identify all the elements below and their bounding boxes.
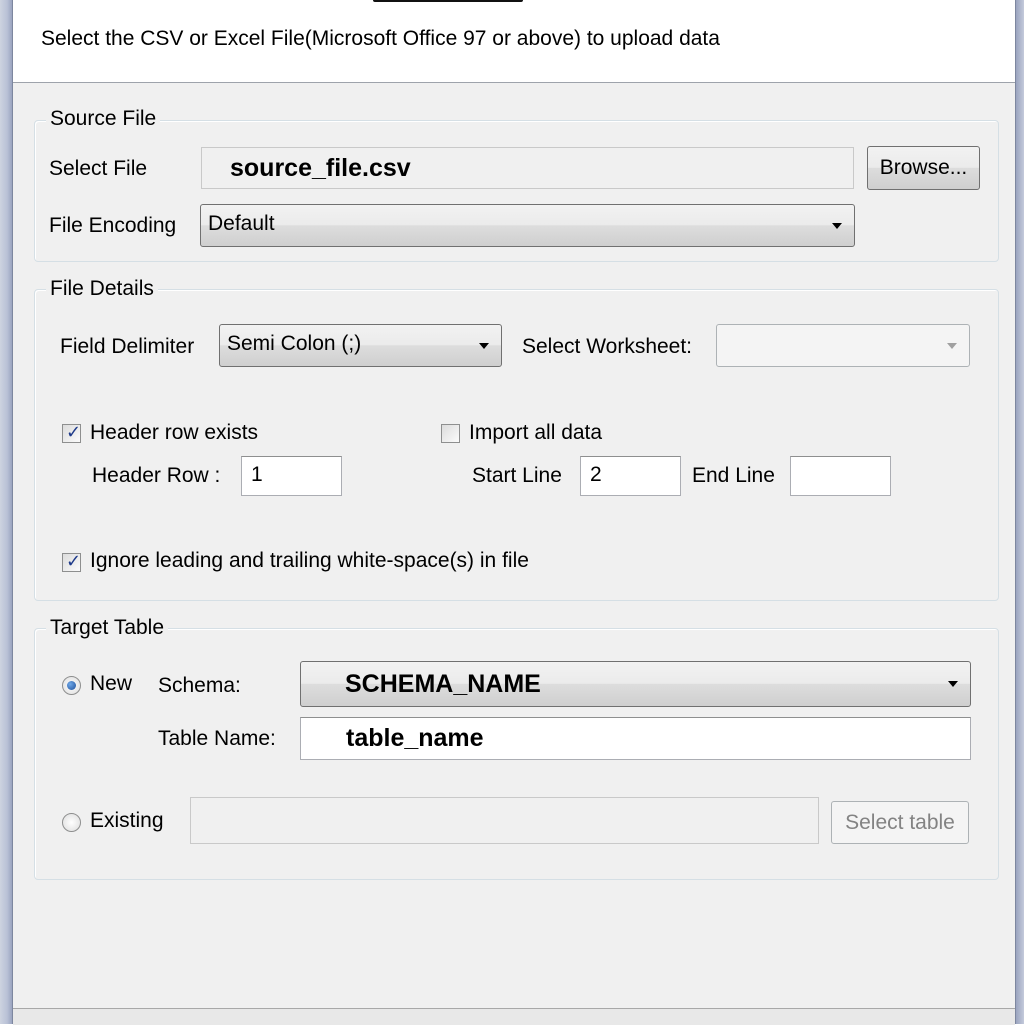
- file-encoding-label: File Encoding: [49, 214, 177, 237]
- schema-dropdown[interactable]: SCHEMA_NAME: [300, 661, 971, 707]
- import-all-data-checkbox[interactable]: [441, 424, 460, 443]
- header-row-value: 1: [251, 463, 263, 486]
- checkmark-icon: ✓: [66, 551, 82, 572]
- select-worksheet-dropdown[interactable]: [716, 324, 970, 367]
- dropdown-arrow-icon: [832, 222, 842, 229]
- start-line-input[interactable]: 2: [580, 456, 681, 496]
- ignore-whitespace-label: Ignore leading and trailing white-space(…: [90, 549, 529, 572]
- header-row-exists-label: Header row exists: [90, 421, 259, 444]
- end-line-input[interactable]: [790, 456, 891, 496]
- header-row-label: Header Row :: [92, 464, 221, 487]
- new-table-radio[interactable]: [62, 676, 81, 695]
- window-left-border: [0, 0, 13, 1024]
- select-file-field[interactable]: source_file.csv: [201, 147, 854, 189]
- target-table-legend: Target Table: [46, 616, 169, 640]
- header-row-input[interactable]: 1: [241, 456, 342, 496]
- dropdown-arrow-icon: [479, 342, 489, 349]
- schema-label: Schema:: [158, 674, 241, 697]
- dialog-header: Select the CSV or Excel File(Microsoft O…: [13, 0, 1015, 83]
- table-name-value: table_name: [346, 724, 484, 752]
- dropdown-arrow-icon: [947, 342, 957, 349]
- select-file-label: Select File: [49, 157, 148, 180]
- field-delimiter-value: Semi Colon (;): [227, 332, 362, 355]
- browse-button[interactable]: Browse...: [867, 146, 980, 190]
- select-table-button[interactable]: Select table: [831, 801, 969, 844]
- schema-value: SCHEMA_NAME: [345, 670, 541, 698]
- file-details-legend: File Details: [46, 277, 158, 301]
- radio-selected-icon: [67, 681, 76, 690]
- existing-table-label: Existing: [90, 809, 164, 832]
- existing-table-radio[interactable]: [62, 813, 81, 832]
- window-right-border: [1015, 0, 1024, 1024]
- file-encoding-value: Default: [208, 212, 275, 235]
- table-name-input[interactable]: table_name: [300, 717, 971, 760]
- new-table-label: New: [90, 672, 133, 695]
- select-file-value: source_file.csv: [230, 154, 411, 182]
- end-line-label: End Line: [692, 464, 775, 487]
- dialog-content: Source File Select File source_file.csv …: [13, 83, 1015, 1008]
- checkmark-icon: ✓: [66, 422, 82, 443]
- dialog-title-cropped: [373, 0, 523, 2]
- field-delimiter-dropdown[interactable]: Semi Colon (;): [219, 324, 502, 367]
- dropdown-arrow-icon: [948, 681, 958, 687]
- header-row-exists-checkbox[interactable]: ✓: [62, 422, 82, 443]
- dialog-button-bar: [13, 1008, 1015, 1025]
- start-line-value: 2: [590, 463, 602, 486]
- select-worksheet-label: Select Worksheet:: [522, 335, 693, 358]
- import-all-data-label: Import all data: [469, 421, 603, 444]
- source-file-legend: Source File: [46, 107, 161, 131]
- ignore-whitespace-checkbox[interactable]: ✓: [62, 551, 82, 572]
- field-delimiter-label: Field Delimiter: [60, 335, 195, 358]
- dialog-description: Select the CSV or Excel File(Microsoft O…: [41, 27, 720, 50]
- table-name-label: Table Name:: [158, 727, 276, 750]
- existing-table-field[interactable]: [190, 797, 819, 844]
- start-line-label: Start Line: [472, 464, 562, 487]
- file-encoding-dropdown[interactable]: Default: [200, 204, 855, 247]
